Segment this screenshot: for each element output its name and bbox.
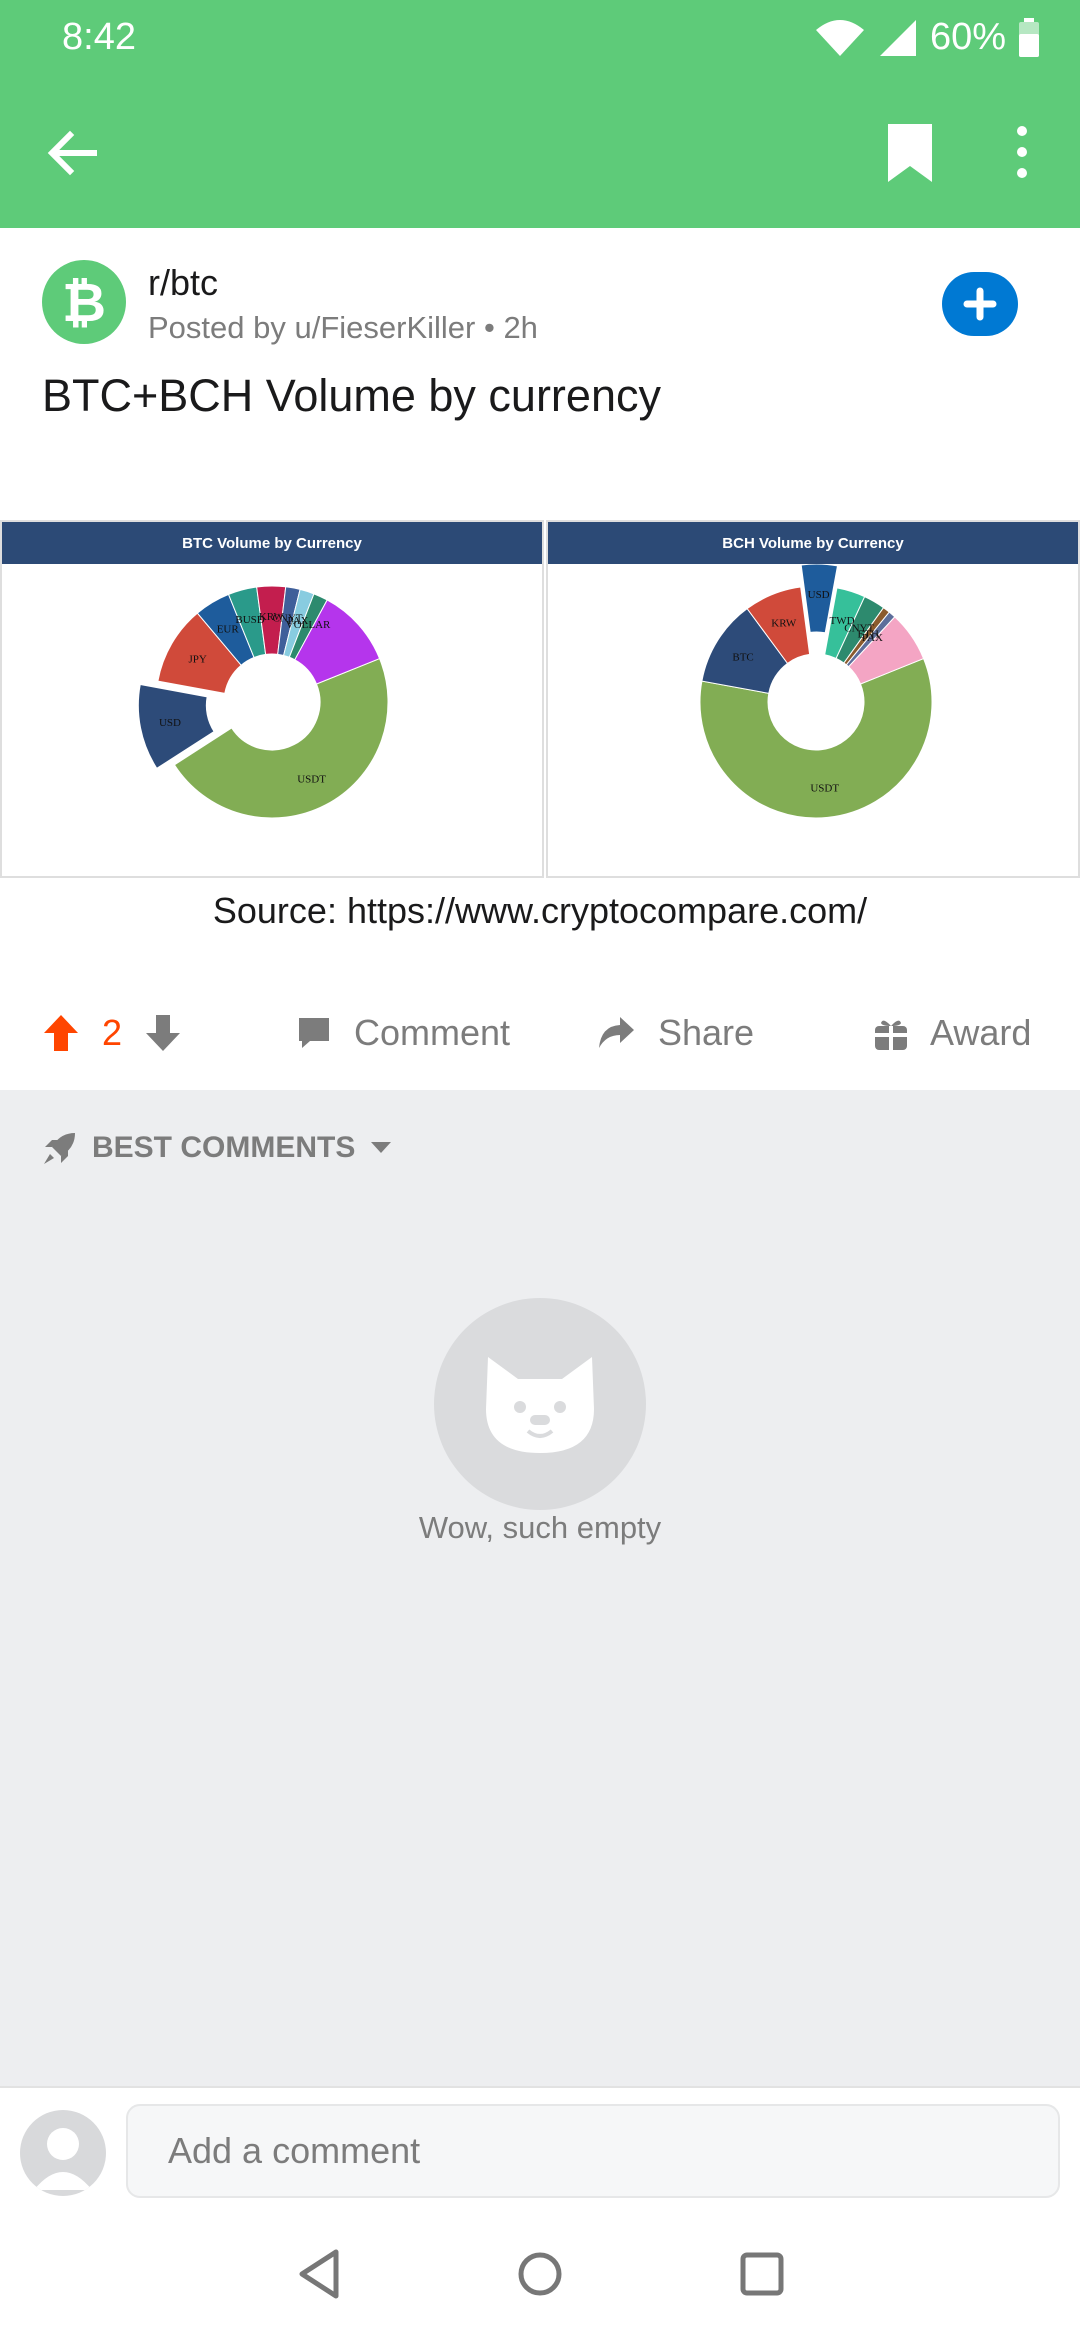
user-avatar[interactable]	[20, 2110, 106, 2196]
award-label: Award	[930, 1012, 1032, 1053]
post-header: ₿ r/btc Posted by u/FieserKiller • 2h BT…	[0, 228, 1080, 520]
empty-state-circle	[434, 1298, 646, 1510]
status-bar: 8:42 60%	[0, 0, 1080, 80]
empty-state-text: Wow, such empty	[418, 1510, 662, 1545]
post-title: BTC+BCH Volume by currency	[42, 370, 661, 421]
btc-chart-panel[interactable]: BTC Volume by Currency USDT USD JPY EUR BUSD…	[0, 520, 544, 878]
slice-label-usd: USD	[159, 717, 181, 729]
slice-label-pax: PAX	[862, 632, 883, 644]
slice-label-krw: KRW	[771, 617, 797, 629]
comment-sort-dropdown[interactable]: BEST COMMENTS	[42, 1130, 393, 1166]
vote-group: 2	[42, 1012, 182, 1054]
btc-pie-chart: USDTUSDJPYEURBUSDKRWCNYTPAXVOLLAR	[137, 585, 389, 819]
signal-icon	[879, 19, 916, 56]
nav-home-icon[interactable]	[510, 2244, 570, 2304]
plus-icon	[963, 287, 997, 321]
source-link[interactable]: Source: https://www.cryptocompare.com/	[0, 890, 1080, 932]
downvote-icon[interactable]	[144, 1013, 182, 1053]
back-arrow-icon[interactable]	[44, 125, 100, 181]
comments-area: BEST COMMENTS Wow, such empty	[0, 1090, 1080, 2086]
award-button[interactable]: Award	[874, 1012, 1031, 1054]
system-nav-bar	[0, 2200, 1080, 2340]
join-button[interactable]	[942, 272, 1018, 336]
bch-chart-panel[interactable]: BCH Volume by Currency USDT BTC KRW USD TWD C…	[546, 520, 1080, 878]
share-button[interactable]: Share	[596, 1012, 754, 1054]
status-time: 8:42	[62, 16, 136, 58]
post-meta: Posted by u/FieserKiller • 2h	[148, 310, 538, 345]
gift-icon	[875, 1018, 907, 1050]
caret-down-icon	[371, 1142, 392, 1153]
bch-pie-chart: USDTBTCKRWUSDTWDCNYTETHPAX	[699, 564, 933, 819]
nav-recents-icon[interactable]	[732, 2244, 792, 2304]
battery-percent: 60%	[929, 16, 1006, 58]
comment-label: Comment	[354, 1012, 511, 1053]
slice-label-usdt: USDT	[297, 773, 326, 785]
comment-input[interactable]	[126, 2104, 1060, 2198]
snoo-cat-icon	[486, 1357, 594, 1453]
more-options-icon[interactable]	[1006, 122, 1036, 184]
slice-label-btc: BTC	[732, 651, 753, 663]
bookmark-icon[interactable]	[884, 122, 936, 184]
comment-composer	[0, 2086, 1080, 2200]
slice-label-jpy: JPY	[189, 654, 207, 666]
app-bar	[0, 80, 1080, 228]
slice-label-usd: USD	[808, 589, 830, 601]
bch-chart-title: BCH Volume by Currency	[548, 522, 1078, 564]
user-silhouette-icon	[34, 2128, 92, 2190]
comment-button[interactable]: Comment	[296, 1012, 510, 1054]
share-icon	[599, 1017, 634, 1048]
post-action-bar: 2 Comment Share Award	[0, 990, 1080, 1090]
subreddit-avatar-bitcoin-icon[interactable]: ₿	[42, 260, 126, 344]
rocket-icon	[44, 1133, 75, 1164]
btc-chart-title: BTC Volume by Currency	[2, 522, 542, 564]
upvote-icon[interactable]	[42, 1013, 80, 1053]
battery-icon	[1019, 17, 1039, 57]
subreddit-name[interactable]: r/btc	[148, 262, 218, 304]
status-icons: 60%	[814, 16, 1040, 59]
slice-label-usdt: USDT	[810, 783, 839, 795]
slice-label-vollar: VOLLAR	[286, 619, 331, 631]
vote-count: 2	[102, 1012, 123, 1053]
sort-label: BEST COMMENTS	[92, 1131, 356, 1164]
share-label: Share	[658, 1012, 755, 1053]
comment-icon	[299, 1018, 329, 1048]
nav-back-icon[interactable]	[292, 2244, 352, 2304]
wifi-icon	[815, 19, 864, 56]
